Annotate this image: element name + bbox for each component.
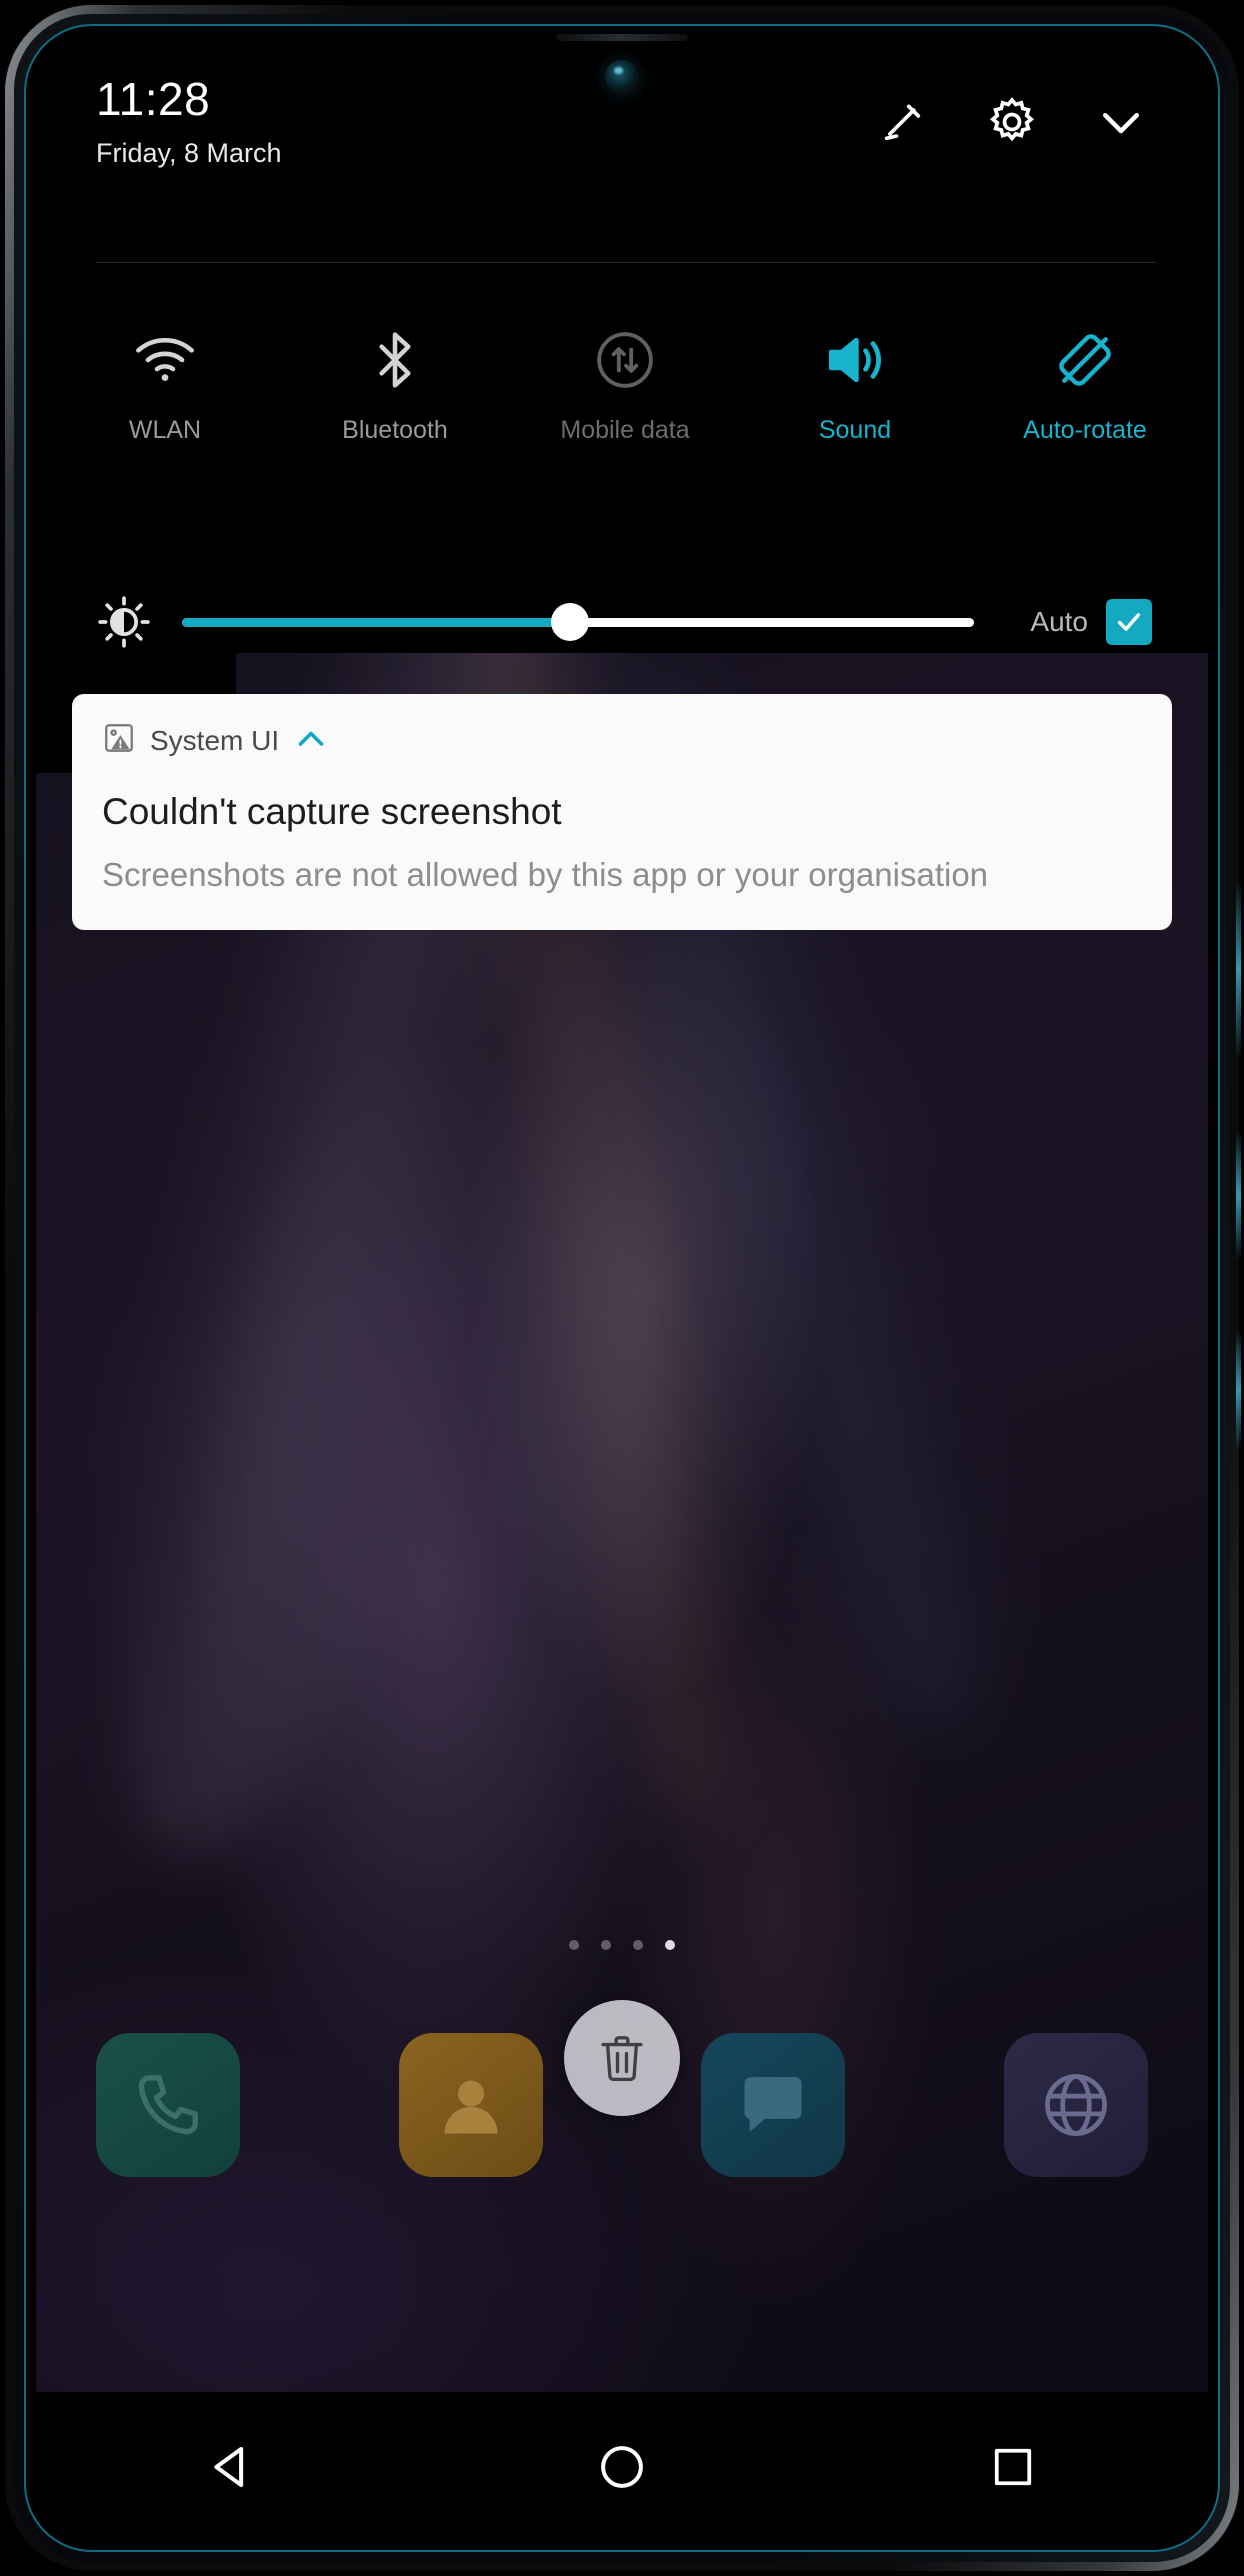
dock-app-phone[interactable]	[96, 2033, 240, 2177]
edge-highlight	[1236, 1130, 1241, 1260]
page-dot-active[interactable]	[665, 1940, 675, 1950]
notification-app-name: System UI	[150, 724, 280, 756]
header-divider	[96, 262, 1156, 263]
phone-screen: 11:28 Friday, 8 March WLAN Bluetooth Mob…	[36, 34, 1208, 2542]
chevron-down-icon[interactable]	[1094, 95, 1148, 149]
brightness-icon	[96, 594, 182, 650]
notification-card[interactable]: System UI Couldn't capture screenshot Sc…	[72, 694, 1172, 930]
screenshot-root: 11:28 Friday, 8 March WLAN Bluetooth Mob…	[0, 0, 1244, 2576]
quick-settings-tiles: WLAN Bluetooth Mobile data Sound Auto-ro…	[70, 324, 1180, 445]
edge-highlight	[1236, 1330, 1241, 1450]
quick-tile-label: WLAN	[128, 416, 202, 444]
shade-header-actions	[878, 94, 1148, 150]
notification-title: Couldn't capture screenshot	[102, 791, 562, 832]
dock-app-messages[interactable]	[701, 2033, 846, 2177]
dock-app-contacts[interactable]	[398, 2033, 543, 2177]
home-page-indicator	[36, 1940, 1208, 1950]
notification-body: Screenshots are not allowed by this app …	[102, 855, 989, 893]
brightness-slider-knob[interactable]	[551, 603, 590, 641]
quick-tile-auto-rotate[interactable]: Auto-rotate	[990, 324, 1180, 445]
volume-icon	[823, 324, 887, 396]
quick-tile-label: Auto-rotate	[1023, 416, 1147, 444]
page-dot[interactable]	[601, 1940, 611, 1950]
quick-tile-label: Mobile data	[560, 416, 690, 444]
shade-header: 11:28 Friday, 8 March	[96, 76, 1148, 167]
chevron-up-icon[interactable]	[293, 720, 329, 761]
bluetooth-icon	[370, 324, 420, 396]
quick-tile-wlan[interactable]: WLAN	[70, 324, 260, 445]
mobile-data-icon	[594, 324, 656, 396]
rotate-icon	[1054, 324, 1116, 396]
nav-home-button[interactable]	[547, 2417, 697, 2517]
dock-app-browser[interactable]	[1003, 2033, 1148, 2177]
quick-tile-bluetooth[interactable]: Bluetooth	[300, 324, 490, 445]
quick-tile-label: Sound	[818, 416, 892, 444]
image-warning-icon	[102, 721, 136, 760]
navigation-bar	[36, 2392, 1208, 2542]
notification-header: System UI	[102, 720, 1142, 761]
wifi-icon	[133, 324, 197, 396]
nav-recents-button[interactable]	[938, 2417, 1088, 2517]
earpiece-speaker	[556, 34, 688, 41]
edge-highlight	[1236, 880, 1241, 1060]
quick-tile-mobile-data[interactable]: Mobile data	[530, 324, 720, 445]
brightness-slider[interactable]	[182, 603, 975, 641]
brightness-row: Auto	[96, 594, 1152, 650]
quick-tile-label: Bluetooth	[342, 416, 448, 444]
brightness-slider-fill	[182, 617, 571, 627]
quick-tile-sound[interactable]: Sound	[760, 324, 950, 445]
page-dot[interactable]	[569, 1940, 579, 1950]
auto-brightness-label: Auto	[1030, 606, 1088, 637]
remove-drop-target[interactable]	[564, 2000, 680, 2116]
settings-gear-icon[interactable]	[984, 94, 1040, 150]
page-dot[interactable]	[633, 1940, 643, 1950]
auto-brightness-checkbox[interactable]	[1106, 599, 1152, 645]
nav-back-button[interactable]	[156, 2417, 306, 2517]
edit-icon[interactable]	[878, 96, 930, 148]
